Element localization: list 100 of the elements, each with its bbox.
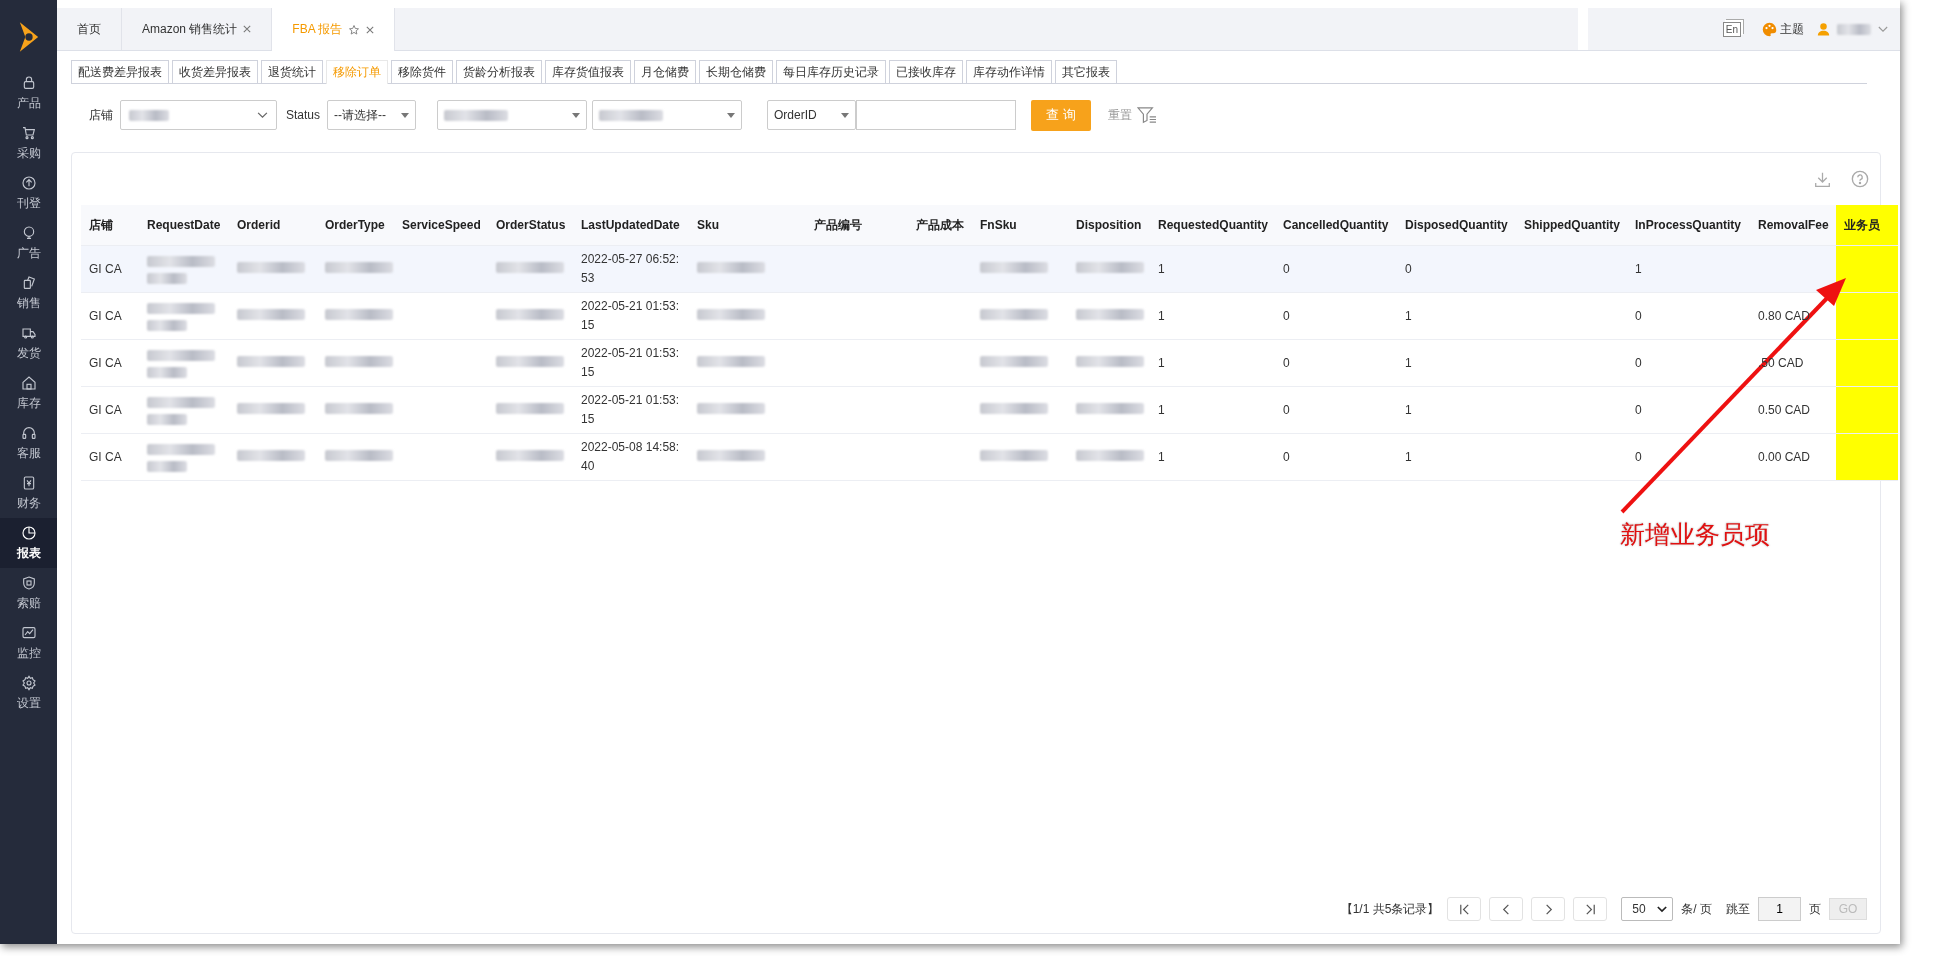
- redacted-text: [147, 350, 215, 378]
- chevron-down-icon[interactable]: [1878, 25, 1888, 33]
- redacted-text: [980, 449, 1048, 461]
- chart-icon: [20, 624, 37, 641]
- settings-icon: [20, 674, 37, 691]
- last-page-button[interactable]: [1573, 897, 1608, 921]
- column-header: RemovalFee: [1750, 205, 1836, 246]
- table-cell-text: 1: [1158, 448, 1166, 466]
- column-header: RequestedQuantity: [1150, 205, 1275, 246]
- report-tab[interactable]: 货龄分析报表: [456, 60, 542, 83]
- pie-chart-icon: [20, 524, 37, 541]
- per-page-label: 条/ 页: [1681, 900, 1712, 918]
- column-header: RequestDate: [139, 205, 229, 246]
- report-tab[interactable]: 移除货件: [391, 60, 453, 83]
- redacted-text: [980, 261, 1048, 273]
- table-cell-text: 1: [1405, 307, 1413, 325]
- sidebar-item[interactable]: 销售: [0, 268, 57, 318]
- table-cell-text: 0: [1283, 354, 1291, 372]
- order-id-field[interactable]: [856, 100, 1017, 130]
- redacted-text: [147, 397, 215, 425]
- report-tab[interactable]: 库存动作详情: [966, 60, 1052, 83]
- sidebar-item[interactable]: 财务: [0, 468, 57, 518]
- sidebar-item[interactable]: 广告: [0, 218, 57, 268]
- column-header: InProcessQuantity: [1627, 205, 1750, 246]
- report-tab[interactable]: 收货差异报表: [172, 60, 258, 83]
- star-icon[interactable]: [348, 23, 361, 36]
- redacted-text: [1837, 23, 1871, 35]
- column-header: OrderStatus: [488, 205, 573, 246]
- table-cell-text: 1: [1158, 354, 1166, 372]
- redacted-text: [147, 444, 215, 472]
- page-number-field[interactable]: 1: [1758, 897, 1801, 921]
- jump-label: 跳至: [1726, 900, 1750, 918]
- sidebar-item[interactable]: 库存: [0, 368, 57, 418]
- previous-page-button[interactable]: [1489, 897, 1524, 921]
- report-tab[interactable]: 退货统计: [261, 60, 323, 83]
- sidebar-item[interactable]: 设置: [0, 668, 57, 718]
- redacted-text: [697, 355, 765, 367]
- report-tab[interactable]: 每日库存历史记录: [776, 60, 886, 83]
- redacted-text: [237, 308, 305, 320]
- table-row[interactable]: GI CA 2022-05-08 14:58:40 1 0 1 0 0.00 CAD: [81, 433, 1898, 481]
- table-cell-text: 1: [1158, 401, 1166, 419]
- report-tab[interactable]: 其它报表: [1055, 60, 1117, 83]
- close-icon[interactable]: [243, 25, 252, 33]
- table-cell-text: 0.00 CAD: [1758, 448, 1812, 466]
- column-header: LastUpdatedDate: [573, 205, 689, 246]
- sidebar-item[interactable]: 采购: [0, 118, 57, 168]
- language-button[interactable]: En: [1722, 21, 1741, 37]
- close-icon[interactable]: [366, 25, 375, 34]
- report-tab[interactable]: 库存货值报表: [545, 60, 631, 83]
- first-page-icon: [1457, 902, 1471, 916]
- redacted-text: [1076, 308, 1144, 320]
- table-cell-text: GI CA: [89, 448, 123, 466]
- table-cell-text: 2022-05-21 01:53:15: [581, 345, 681, 381]
- sidebar-item[interactable]: 刊登: [0, 168, 57, 218]
- table-cell-text: GI CA: [89, 401, 123, 419]
- status-select[interactable]: --请选择--: [327, 100, 417, 130]
- sidebar-item[interactable]: 索赔: [0, 568, 57, 618]
- chevron-down-icon: [1657, 905, 1668, 913]
- help-icon[interactable]: [1851, 170, 1869, 188]
- dropdown[interactable]: [592, 100, 743, 130]
- sidebar-item[interactable]: 报表: [0, 518, 57, 568]
- download-icon[interactable]: [1814, 170, 1831, 188]
- column-header: 店铺: [81, 205, 139, 246]
- report-tab[interactable]: 月仓储费: [634, 60, 696, 83]
- redacted-text: [325, 449, 393, 461]
- report-tab[interactable]: 长期仓储费: [699, 60, 773, 83]
- sidebar-item[interactable]: 发货: [0, 318, 57, 368]
- store-select[interactable]: [120, 100, 277, 130]
- redacted-text: [1076, 402, 1144, 414]
- column-header: ServiceSpeed: [394, 205, 488, 246]
- table-cell-text: 0: [1635, 401, 1643, 419]
- dropdown[interactable]: [437, 100, 588, 130]
- redacted-text: [1076, 261, 1144, 273]
- redacted-text: [237, 402, 305, 414]
- upload-icon: [20, 174, 37, 191]
- sidebar-item[interactable]: 客服: [0, 418, 57, 468]
- column-header: 产品成本: [892, 205, 972, 246]
- user-icon[interactable]: [1817, 22, 1830, 36]
- page-size-select[interactable]: 50: [1621, 897, 1674, 921]
- first-page-button[interactable]: [1447, 897, 1482, 921]
- next-page-button[interactable]: [1531, 897, 1566, 921]
- report-tab[interactable]: 配送费差异报表: [71, 60, 169, 83]
- table-row[interactable]: GI CA 2022-05-21 01:53:15 1 0 1 0 0.50 CAD: [81, 386, 1898, 434]
- table-row[interactable]: GI CA 2022-05-27 06:52:53 1 0 0 1: [81, 245, 1898, 293]
- filter-icon[interactable]: [1137, 106, 1158, 124]
- tab[interactable]: 首页: [57, 8, 122, 50]
- redacted-text: [325, 261, 393, 273]
- redacted-text: [697, 449, 765, 461]
- redacted-text: [237, 449, 305, 461]
- table-cell-text: 0.50 CAD: [1758, 401, 1812, 419]
- sidebar-item[interactable]: 监控: [0, 618, 57, 668]
- theme-button[interactable]: 主题: [1762, 20, 1804, 38]
- column-header: Orderid: [229, 205, 317, 246]
- redacted-text: [697, 308, 765, 320]
- shield-icon: [20, 574, 37, 591]
- column-header: Disposition: [1068, 205, 1150, 246]
- sidebar-item[interactable]: 产品: [0, 68, 57, 118]
- redacted-text: [697, 402, 765, 414]
- report-tab[interactable]: 已接收库存: [889, 60, 963, 83]
- redacted-text: [980, 355, 1048, 367]
